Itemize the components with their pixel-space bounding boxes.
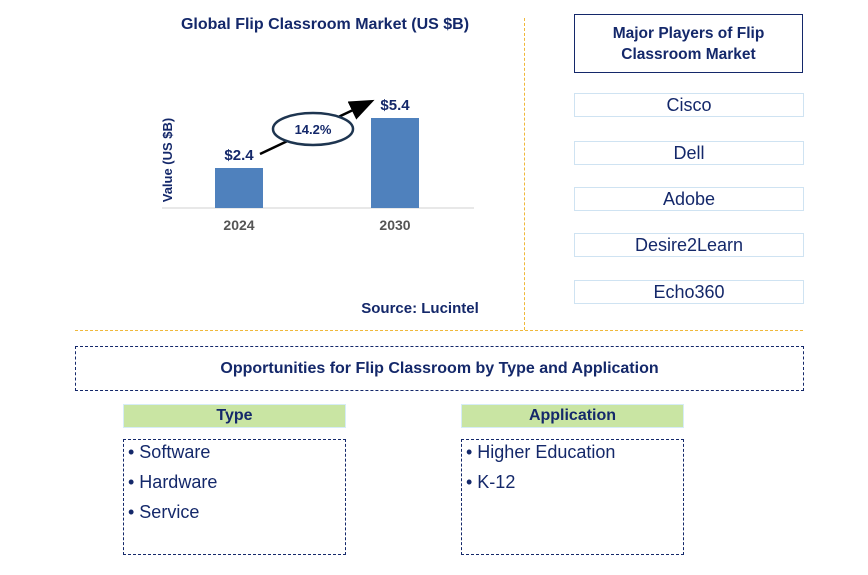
player-item: Adobe [574,187,804,211]
cagr-label: 14.2% [295,122,332,137]
category-item: • Software [128,442,211,462]
horizontal-divider [75,330,803,331]
opportunities-title: Opportunities for Flip Classroom by Type… [75,346,804,391]
player-item: Dell [574,141,804,165]
player-item: Desire2Learn [574,233,804,257]
bar-2024 [215,168,263,208]
x-tick-label: 2030 [379,217,410,233]
bar-2030 [371,118,419,208]
category-item: • Higher Education [466,442,616,462]
category-item: • Service [128,502,200,522]
category-item: • Hardware [128,472,218,492]
category-item: • K-12 [466,472,516,492]
y-axis-label: Value (US $B) [160,118,175,203]
players-title: Major Players of Flip Classroom Market [574,14,803,73]
x-tick-label: 2024 [223,217,254,233]
category-header-type: Type [123,404,346,428]
vertical-divider [524,18,525,330]
player-item: Cisco [574,93,804,117]
category-list-application: • Higher Education • K-12 [461,439,684,555]
category-list-type: • Software • Hardware • Service [123,439,346,555]
data-label-2030: $5.4 [380,97,410,114]
source-label: Source: Lucintel [361,300,479,317]
data-label-2024: $2.4 [224,147,254,164]
player-item: Echo360 [574,280,804,304]
category-header-application: Application [461,404,684,428]
